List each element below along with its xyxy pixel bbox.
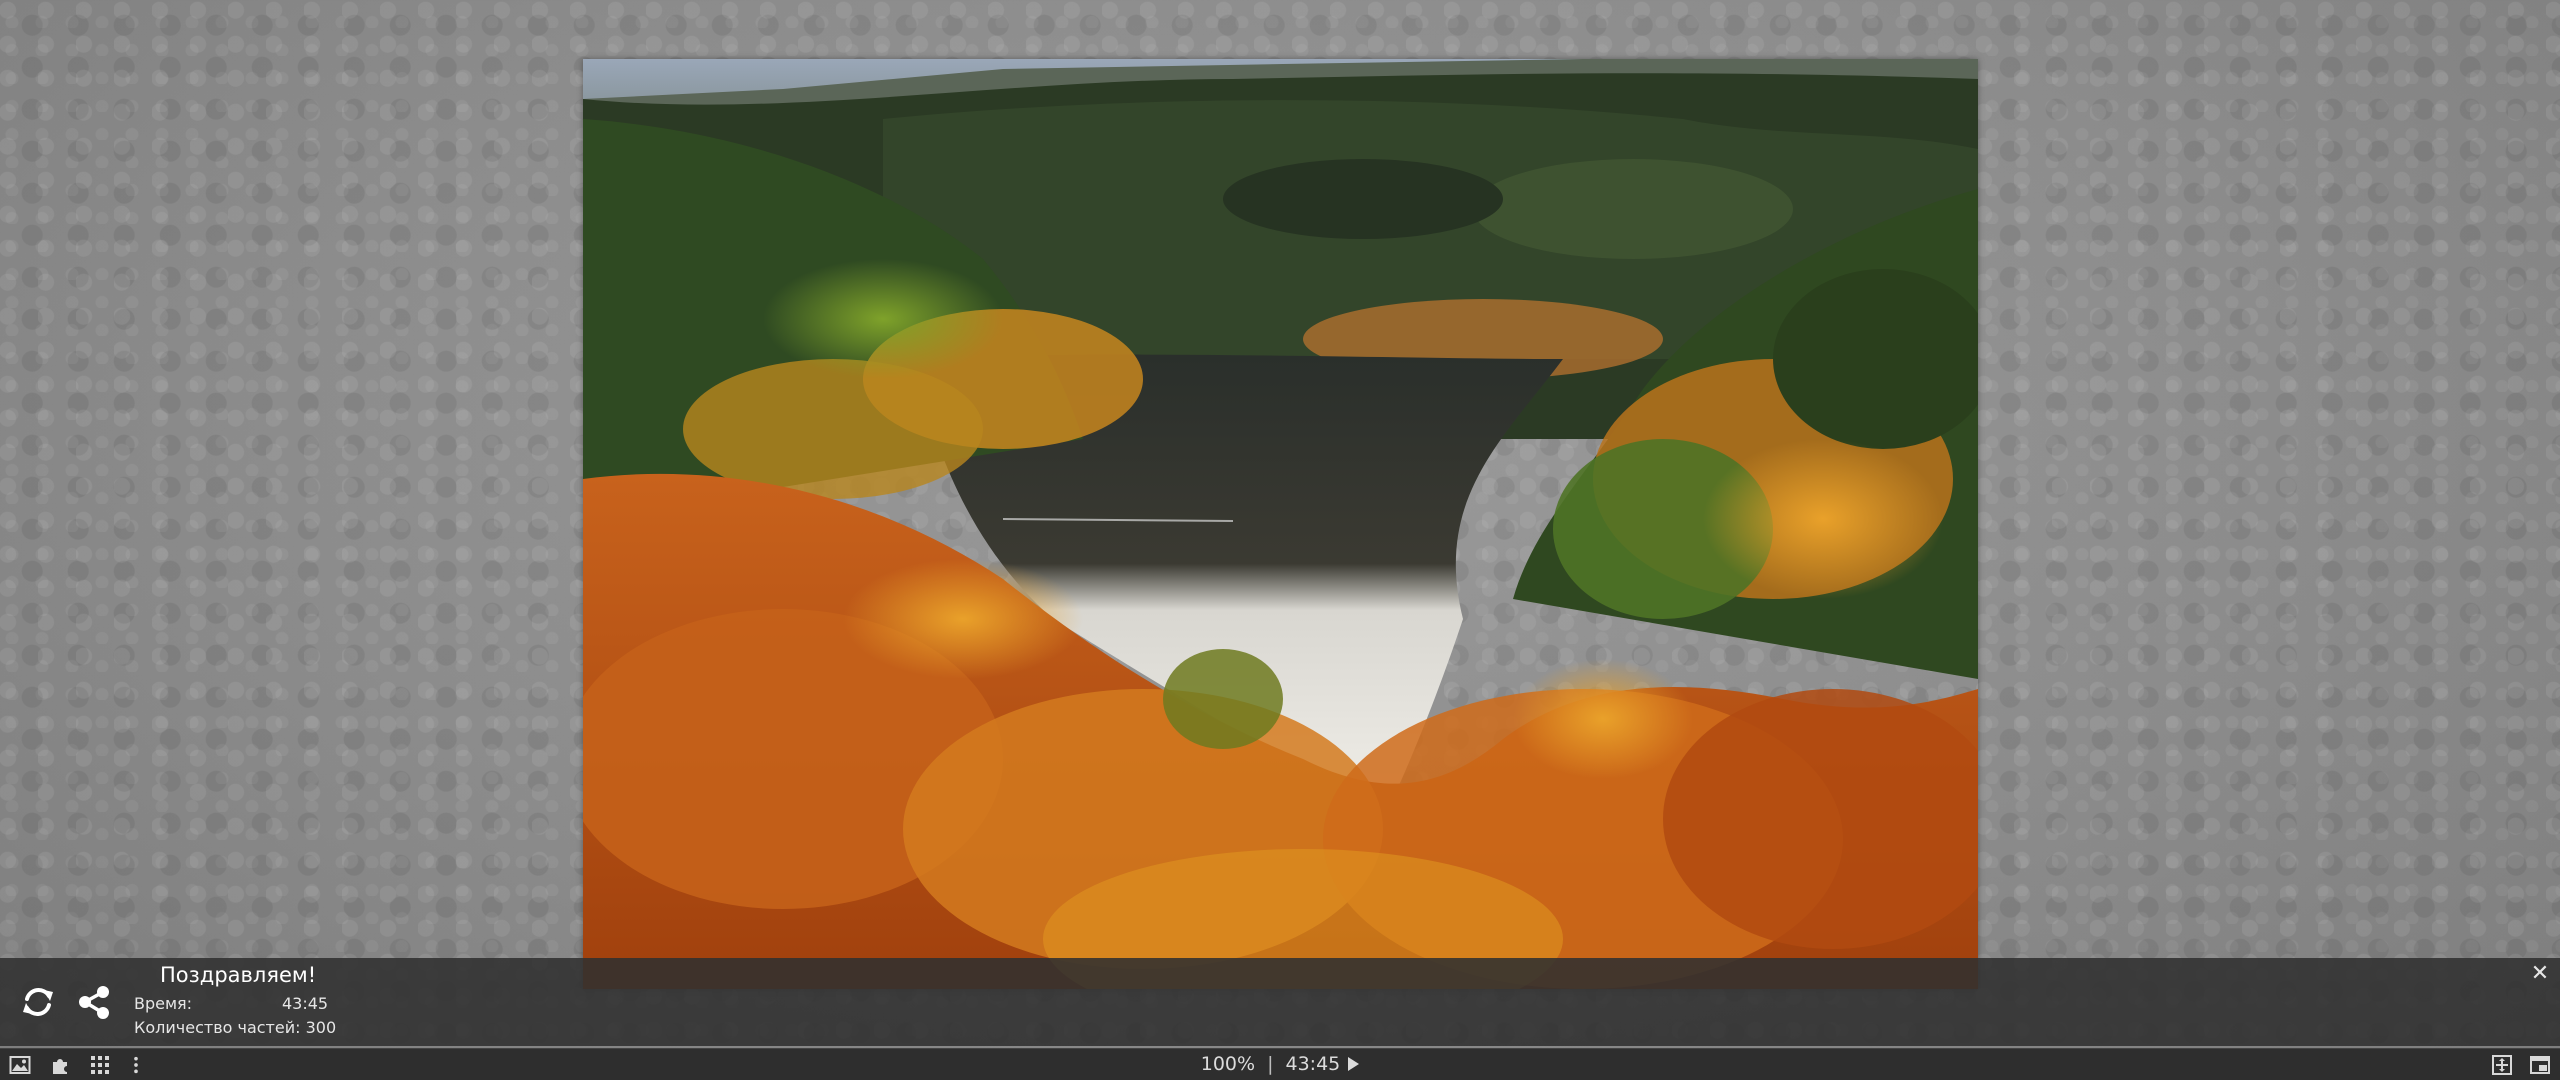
fit-screen-icon xyxy=(2492,1055,2512,1075)
close-icon[interactable]: ✕ xyxy=(2528,962,2552,986)
zoom-level: 100% xyxy=(1200,1053,1256,1075)
restart-icon xyxy=(23,988,53,1016)
puzzle-image xyxy=(583,59,1978,989)
status-readout: 100% | 43:45 xyxy=(0,1053,2560,1075)
time-label: Время: xyxy=(134,994,193,1013)
autumn-lake-picture xyxy=(583,59,1978,989)
fit-screen-button[interactable] xyxy=(2488,1054,2516,1076)
window-mode-icon xyxy=(2530,1056,2550,1074)
parts-stat: Количество частей: 300 xyxy=(134,1018,336,1037)
play-icon[interactable] xyxy=(1348,1057,1360,1071)
parts-label: Количество частей: xyxy=(134,1018,301,1037)
completion-panel: Поздравляем! Время: 43:45 Количество част… xyxy=(0,958,2560,1046)
bottom-toolbar: 100% | 43:45 xyxy=(0,1048,2560,1080)
restart-button[interactable] xyxy=(14,978,62,1026)
time-value: 43:45 xyxy=(282,994,329,1013)
timer: 43:45 xyxy=(1285,1053,1341,1075)
window-mode-button[interactable] xyxy=(2526,1054,2554,1076)
share-icon xyxy=(79,986,109,1019)
time-stat: Время: 43:45 xyxy=(134,994,328,1013)
congrats-title: Поздравляем! xyxy=(160,963,317,987)
share-button[interactable] xyxy=(70,978,118,1026)
status-separator: | xyxy=(1267,1053,1274,1075)
parts-value: 300 xyxy=(305,1018,337,1037)
